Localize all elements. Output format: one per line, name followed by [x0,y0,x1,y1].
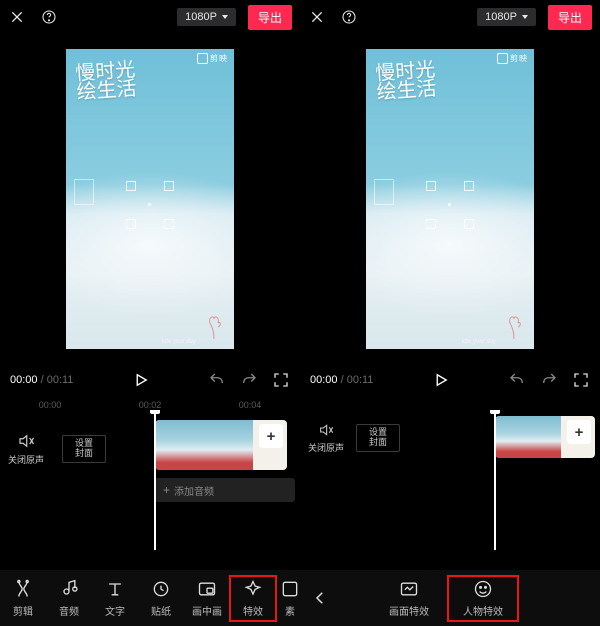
editor-panel-primary: 1080P 导出 剪映 慢时光 绘生活 Idle your day 00:00 … [0,0,300,626]
time-display: 00:00 / 00:11 [10,374,73,386]
timeline-ruler[interactable]: 00:0000:0200:04 [0,396,300,410]
camera-meta-icon [74,179,94,205]
tool-screen-effects[interactable]: 画面特效 [374,579,444,618]
add-audio-track[interactable]: +添加音频 [155,478,295,502]
resolution-button[interactable]: 1080P [477,8,536,26]
playhead[interactable] [154,410,156,550]
undo-icon[interactable] [508,371,526,389]
editor-panel-effects: 1080P 导出 剪映 慢时光 绘生活 Idle your day 00:00 … [300,0,600,626]
video-clip[interactable]: + [495,416,595,458]
video-frame: 剪映 慢时光 绘生活 Idle your day [366,49,534,349]
redo-icon[interactable] [240,371,258,389]
transport-bar: 00:00 / 00:11 [300,364,600,396]
close-icon[interactable] [308,8,326,26]
focus-frame-icon [126,181,174,229]
back-button[interactable] [304,584,336,612]
set-cover-button[interactable]: 设置 封面 [62,435,106,463]
signature-text: Idle your day [462,339,496,345]
fullscreen-icon[interactable] [572,371,590,389]
video-clip[interactable]: + [155,420,287,470]
redo-icon[interactable] [540,371,558,389]
tool-audio[interactable]: 音频 [46,579,92,618]
flower-decor-icon [204,311,224,339]
time-display: 00:00 / 00:11 [310,374,373,386]
tool-effects[interactable]: 特效 [230,579,276,618]
add-clip-button[interactable]: + [259,424,283,448]
transport-bar: 00:00 / 00:11 [0,364,300,396]
tool-edit[interactable]: 剪辑 [0,579,46,618]
tool-pip[interactable]: 画中画 [184,579,230,618]
play-button[interactable] [432,371,450,389]
tool-sticker[interactable]: 贴纸 [138,579,184,618]
camera-meta-icon [374,179,394,205]
focus-frame-icon [426,181,474,229]
top-bar: 1080P 导出 [0,0,300,34]
playhead[interactable] [494,410,496,550]
tool-person-effects[interactable]: 人物特效 [448,579,518,618]
brand-watermark: 剪映 [497,53,528,64]
mute-original-button[interactable]: 关闭原声 [8,432,44,466]
export-button[interactable]: 导出 [248,5,292,30]
help-icon[interactable] [40,8,58,26]
tool-bar-effects: 画面特效 人物特效 [300,570,600,626]
flower-decor-icon [504,311,524,339]
timeline-tracks[interactable]: 关闭原声 设置 封面 + +添加音频 [0,410,300,550]
set-cover-button[interactable]: 设置 封面 [356,424,400,452]
help-icon[interactable] [340,8,358,26]
fullscreen-icon[interactable] [272,371,290,389]
overlay-title: 慢时光 绘生活 [375,61,438,103]
video-preview[interactable]: 剪映 慢时光 绘生活 Idle your day [0,34,300,364]
overlay-title: 慢时光 绘生活 [75,61,138,103]
play-button[interactable] [132,371,150,389]
tool-bar: 剪辑 音频 文字 贴纸 画中画 特效 素 [0,570,300,626]
mute-original-button[interactable]: 关闭原声 [308,422,344,454]
timeline-tracks[interactable]: 关闭原声 设置 封面 + [300,410,600,550]
top-bar: 1080P 导出 [300,0,600,34]
brand-watermark: 剪映 [197,53,228,64]
resolution-button[interactable]: 1080P [177,8,236,26]
signature-text: Idle your day [162,339,196,345]
add-clip-button[interactable]: + [567,420,591,444]
export-button[interactable]: 导出 [548,5,592,30]
video-frame: 剪映 慢时光 绘生活 Idle your day [66,49,234,349]
undo-icon[interactable] [208,371,226,389]
video-preview[interactable]: 剪映 慢时光 绘生活 Idle your day [300,34,600,364]
close-icon[interactable] [8,8,26,26]
tool-text[interactable]: 文字 [92,579,138,618]
